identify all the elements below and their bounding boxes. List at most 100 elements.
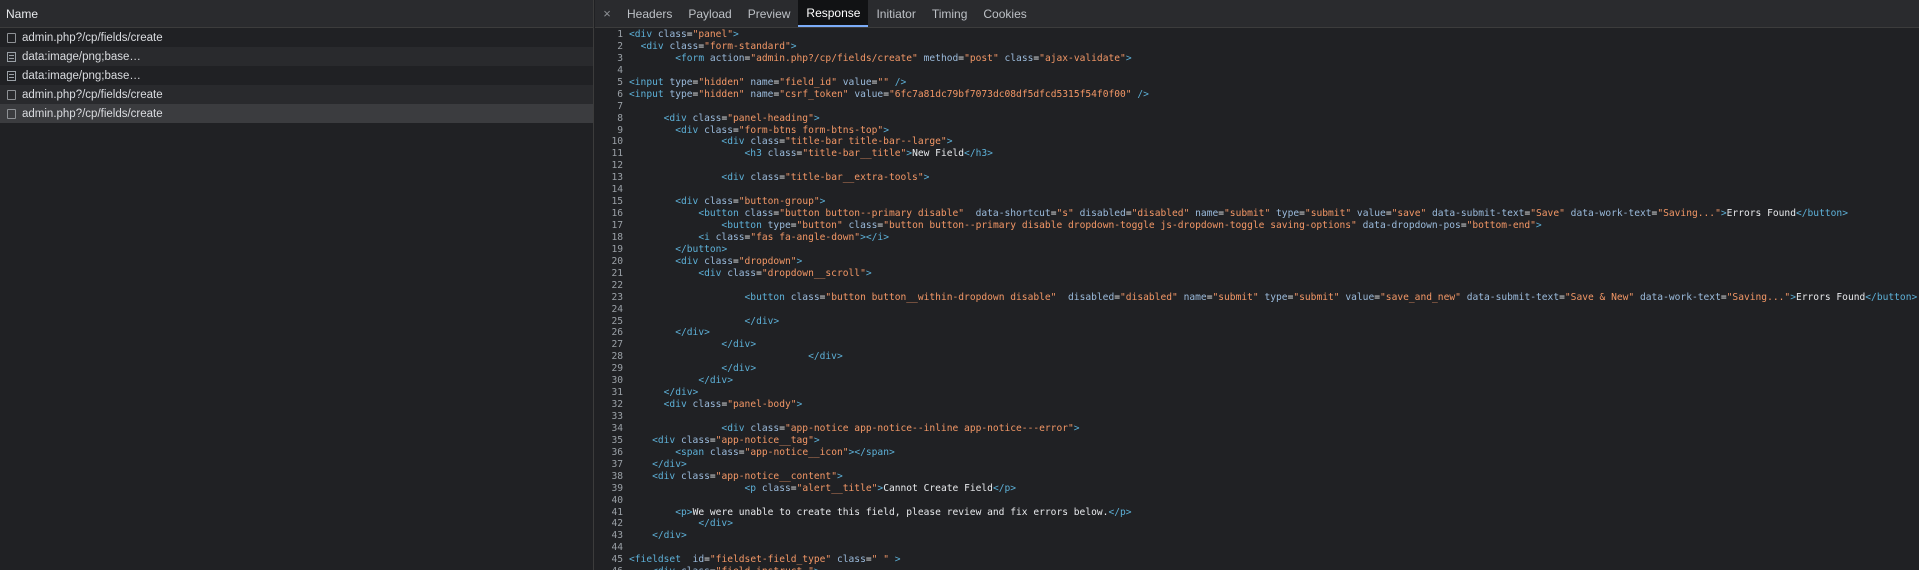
code-text: </div> [663,387,699,399]
line-number: 46 [595,566,629,570]
code-line: 45 <fieldset id="fieldset-field_type" cla… [595,554,1919,566]
request-row[interactable]: data:image/png;base… [0,66,593,85]
tab-timing[interactable]: Timing [924,0,976,27]
code-line: 39 <p class="alert__title">Cannot Create… [595,483,1919,495]
code-line: 4 [595,65,1919,77]
line-number: 7 [617,100,623,112]
line-number: 3 [617,52,623,64]
image-icon [7,51,16,62]
code-line: 13 <div class="title-bar__extra-tools"> [595,172,1919,184]
request-detail-panel: × Headers Payload Preview Response Initiator… [595,0,1919,570]
line-number: 6 [617,88,623,100]
code-line: 15 <div class="button-group"> [595,196,1919,208]
line-number: 36 [611,446,623,458]
code-text: </div> [698,518,733,530]
request-name: admin.php?/cp/fields/create [22,107,163,120]
code-line: 27 </div> [595,339,1919,351]
line-number: 13 [611,172,623,184]
code-line: 36 <span class="app-notice__icon"></span… [595,447,1919,459]
code-text: <span class="app-notice__icon"></span> [675,446,895,458]
line-number: 16 [611,208,623,220]
code-line: 11 <h3 class="title-bar__title">New Fiel… [595,148,1919,160]
response-code-viewer[interactable]: 1 <div class="panel"> 2 <div class="form-s… [595,28,1919,570]
code-line: 1 <div class="panel"> [595,29,1919,41]
tab-initiator[interactable]: Initiator [868,0,923,27]
tab-payload[interactable]: Payload [680,0,739,27]
line-number: 4 [617,64,623,76]
code-line: 17 <button type="button" class="button b… [595,220,1919,232]
code-text: <button class="button button__within-dro… [744,291,1918,303]
code-text: <div class="form-btns form-btns-top"> [675,124,889,136]
line-number: 26 [611,327,623,339]
request-row[interactable]: data:image/png;base… [0,47,593,66]
code-line: 28 </div> [595,351,1919,363]
close-icon[interactable]: × [595,0,619,27]
code-line: 23 <button class="button button__within-… [595,292,1919,304]
code-line: 9 <div class="form-btns form-btns-top"> [595,125,1919,137]
network-request-list-panel: Name admin.php?/cp/fields/create data:ima… [0,0,594,570]
code-text: <div class="app-notice app-notice--inlin… [721,422,1080,434]
line-number: 15 [611,196,623,208]
line-number: 20 [611,255,623,267]
tab-preview[interactable]: Preview [740,0,799,27]
code-text: <div class="dropdown"> [675,255,803,267]
code-line: 6 <input type="hidden" name="csrf_token" … [595,89,1919,101]
document-icon [7,32,16,43]
code-line: 46 <div class="field-instruct "> [595,566,1919,570]
request-row[interactable]: admin.php?/cp/fields/create [0,28,593,47]
code-line: 33 [595,411,1919,423]
line-number: 38 [611,470,623,482]
code-line: 10 <div class="title-bar title-bar--larg… [595,136,1919,148]
code-text: <div class="panel-heading"> [663,112,820,124]
code-text: <h3 class="title-bar__title">New Field</… [744,148,993,160]
code-text: <div class="app-notice__content"> [652,470,843,482]
line-number: 44 [611,542,623,554]
request-row[interactable]: admin.php?/cp/fields/create [0,85,593,104]
line-number: 8 [617,112,623,124]
code-text: </div> [652,458,687,470]
code-text: <div class="dropdown__scroll"> [698,267,872,279]
code-line: 24 [595,304,1919,316]
line-number: 11 [611,148,623,160]
line-number: 18 [611,231,623,243]
code-text: </button> [675,243,728,255]
line-number: 40 [611,494,623,506]
tab-headers[interactable]: Headers [619,0,680,27]
code-text: <div class="field-instruct "> [629,566,820,570]
code-line: 21 <div class="dropdown__scroll"> [595,268,1919,280]
tab-cookies[interactable]: Cookies [975,0,1034,27]
request-row[interactable]: admin.php?/cp/fields/create [0,104,593,123]
code-line: 20 <div class="dropdown"> [595,256,1919,268]
code-line: 32 <div class="panel-body"> [595,399,1919,411]
name-column-header[interactable]: Name [0,0,593,28]
line-number: 1 [617,29,623,40]
code-text: </div> [808,351,843,363]
code-text: </div> [675,327,710,339]
tab-response[interactable]: Response [798,0,869,27]
line-number: 29 [611,363,623,375]
line-number: 31 [611,387,623,399]
code-line: 14 [595,184,1919,196]
code-text: <div class="button-group"> [675,196,826,208]
line-number: 35 [611,434,623,446]
code-line: 37 </div> [595,459,1919,471]
code-text: <button class="button button--primary di… [698,208,1848,220]
code-text: <div class="title-bar title-bar--large"> [721,136,953,148]
code-text: <fieldset id="fieldset-field_type" class… [629,554,901,566]
code-line: 22 [595,280,1919,292]
detail-tab-bar: × Headers Payload Preview Response Initiator… [595,0,1919,28]
code-line: 44 [595,542,1919,554]
code-text: </div> [721,363,757,375]
line-number: 30 [611,375,623,387]
line-number: 45 [611,554,623,566]
code-line: 26 </div> [595,327,1919,339]
code-text: <div class="app-notice__tag"> [652,434,820,446]
line-number: 22 [611,279,623,291]
line-number: 2 [617,40,623,52]
line-number: 33 [611,411,623,422]
line-number: 5 [617,76,623,88]
request-list: admin.php?/cp/fields/create data:image/pn… [0,28,593,123]
code-text: <p>We were unable to create this field, … [675,506,1132,518]
line-number: 12 [611,160,623,172]
line-number: 10 [611,136,623,148]
